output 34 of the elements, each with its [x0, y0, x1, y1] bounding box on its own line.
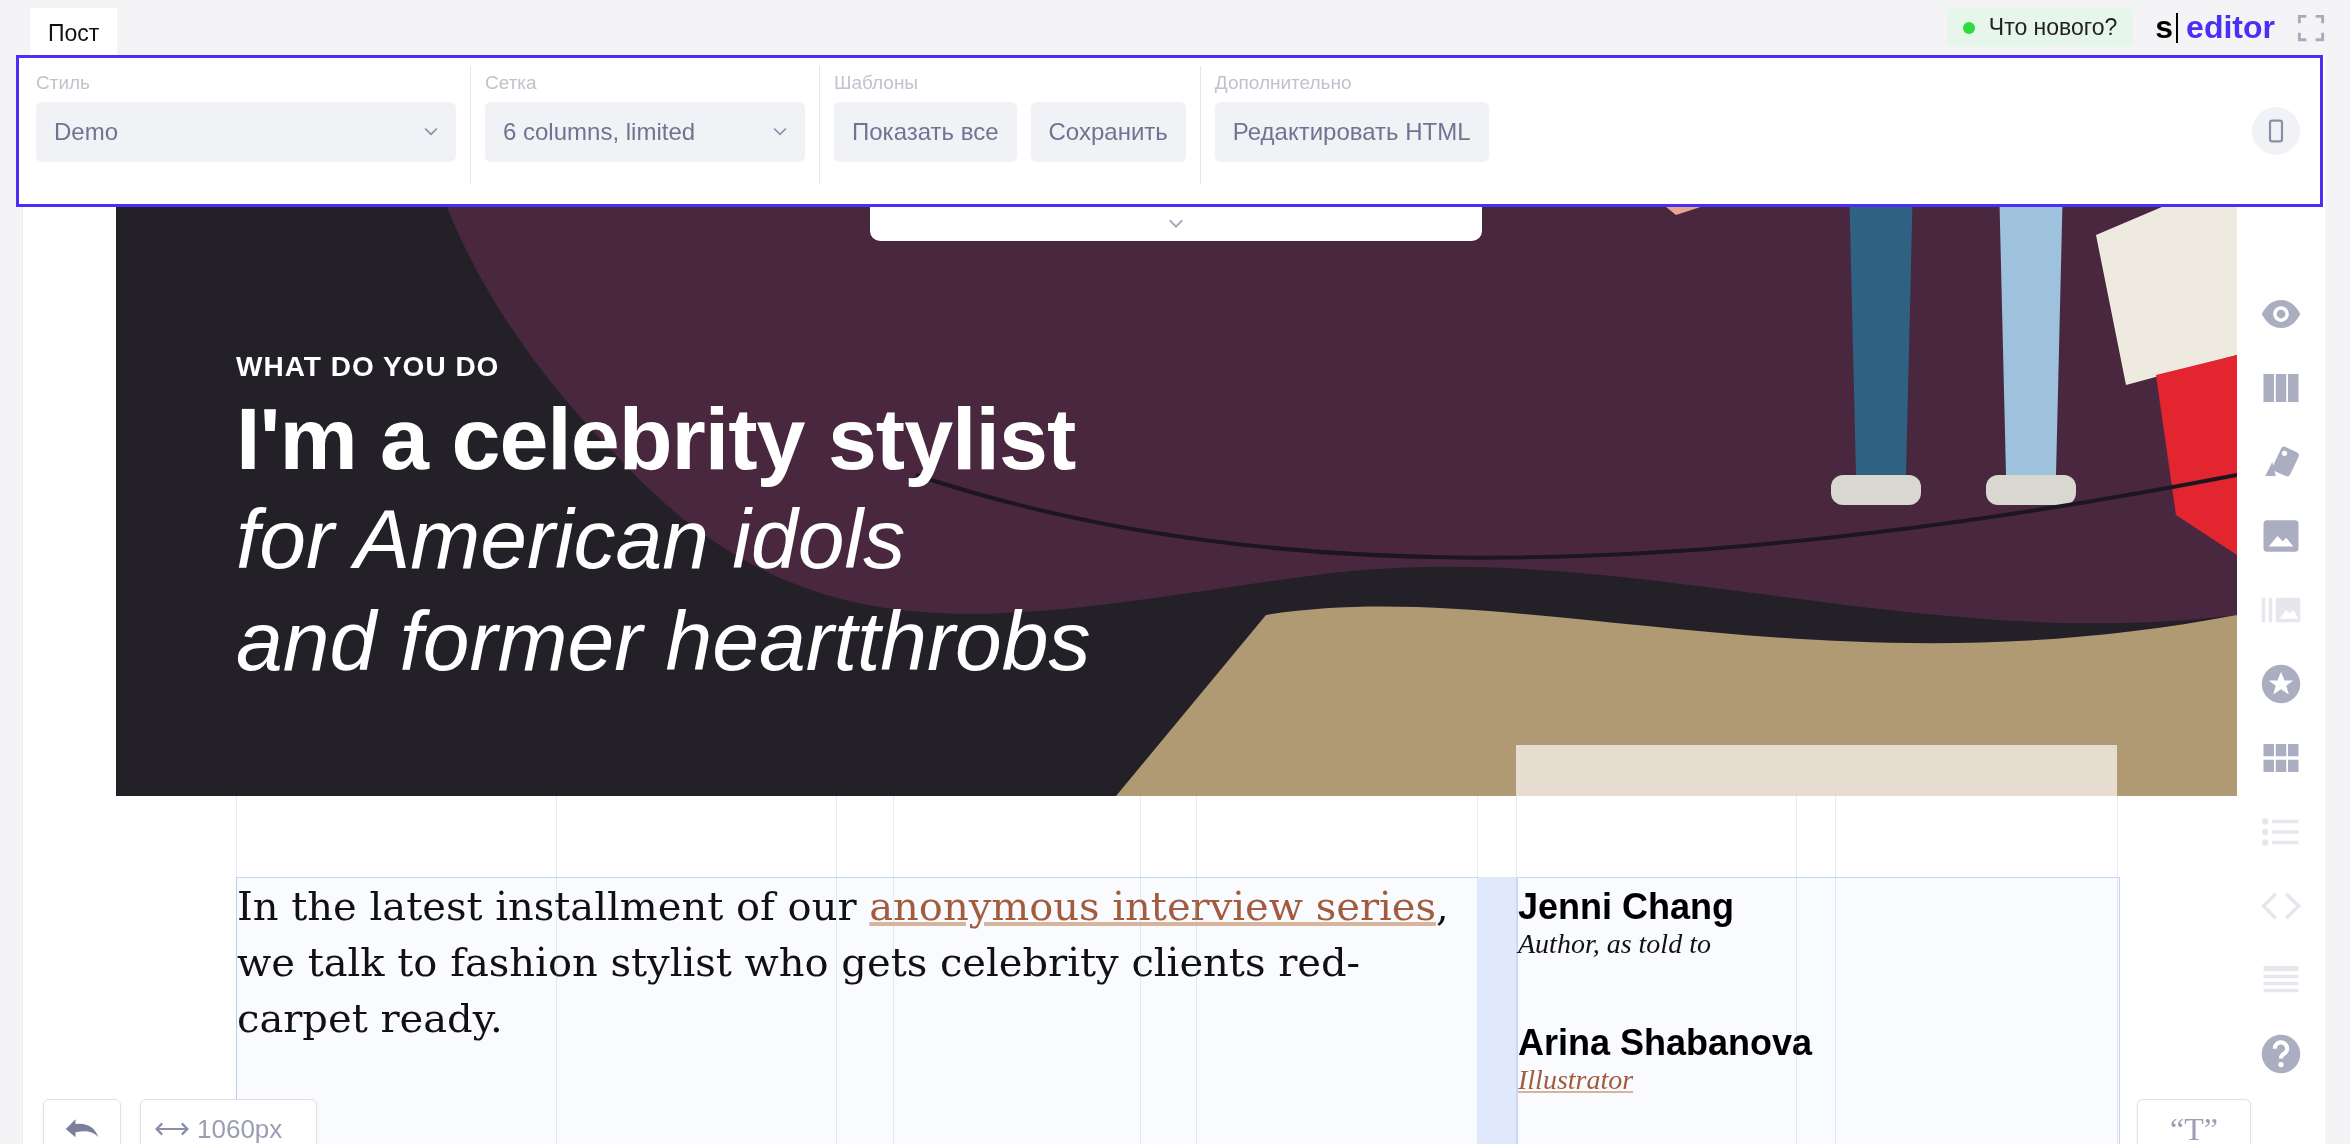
section-label: Шаблоны [834, 72, 920, 94]
double-arrow-icon [155, 1122, 189, 1136]
toolbar-button[interactable]: Сохранить [1030, 102, 1186, 162]
toolbar-button[interactable]: Показать все [834, 102, 1017, 162]
credit-role: Author, as told to [1518, 928, 1712, 960]
collapse-handle[interactable] [870, 207, 1482, 241]
post-tab[interactable]: Пост [30, 8, 118, 55]
subheadline: for American idols [236, 490, 907, 588]
credit-name: Jenni Chang [1518, 886, 1736, 928]
toolbar-button[interactable]: Редактировать HTML [1214, 102, 1489, 162]
section-label: Стиль [36, 72, 92, 94]
editor-logo: s editor [2155, 9, 2275, 46]
intro-paragraph: In the latest installment of our anonymous interview series, we talk to fashion stylist who gets celebrity clients red-carpet ready. [237, 882, 1450, 1043]
role-link[interactable]: Illustrator [1518, 1064, 1634, 1095]
section-label: Сетка [485, 72, 538, 94]
phone-icon [2268, 119, 2284, 143]
credit-name: Arina Shabanova [1518, 1022, 1814, 1064]
subheadline: and former heartthrobs [236, 592, 1092, 690]
undo-button[interactable] [43, 1099, 121, 1144]
section-label: Дополнительно [1214, 72, 1353, 94]
mobile-preview-button[interactable] [2252, 107, 2300, 155]
eyebrow-text: WHAT DO YOU DO [236, 351, 501, 383]
width-button[interactable]: 1060px [140, 1099, 317, 1144]
article-link[interactable]: anonymous interview series [869, 883, 1437, 929]
chevron-icon [1168, 219, 1184, 229]
select-dropdown[interactable]: 6 columns, limited [485, 102, 805, 162]
whats-new-button[interactable]: Что нового? [1946, 8, 2134, 47]
quote-button[interactable]: “T” [2137, 1099, 2251, 1144]
headline: I'm a celebrity stylist [236, 391, 1077, 488]
chevron-icon [424, 127, 438, 137]
fullscreen-icon[interactable] [2297, 13, 2325, 42]
status-dot [1962, 21, 1975, 34]
chevron-icon [773, 127, 787, 137]
select-dropdown[interactable]: Demo [36, 102, 456, 162]
